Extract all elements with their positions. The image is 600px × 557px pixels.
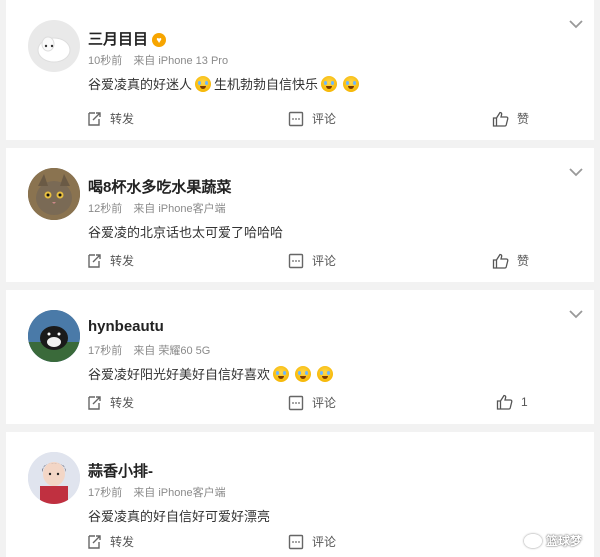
weibo-logo-icon: [523, 533, 542, 548]
comment-meta: 17秒前 来自 iPhone客户端: [88, 484, 234, 500]
like-button[interactable]: 赞: [492, 110, 529, 127]
comment-icon: [288, 534, 304, 549]
device-source: 来自 iPhone客户端: [133, 487, 226, 499]
timestamp: 12秒前: [88, 203, 123, 215]
crying-emoji-icon: [321, 75, 338, 92]
comment-text: 谷爱凌真的好自信好可爱好漂亮: [88, 509, 271, 524]
repost-button[interactable]: 转发: [86, 252, 134, 269]
vip-badge-icon: ♥: [152, 33, 167, 48]
username[interactable]: 蒜香小排-: [88, 460, 153, 481]
avatar[interactable]: [28, 310, 80, 362]
crying-emoji-icon: [195, 75, 212, 92]
timestamp: 17秒前: [88, 487, 123, 499]
crying-emoji-icon: [295, 365, 312, 382]
repost-button[interactable]: 转发: [86, 394, 134, 411]
comment-button[interactable]: 评论: [288, 252, 336, 269]
comment-icon: [288, 253, 304, 268]
thumbs-up-icon: [492, 111, 509, 127]
comment-meta: 12秒前 来自 iPhone客户端: [88, 200, 234, 216]
device-source: 来自 iPhone客户端: [133, 203, 226, 215]
comment-icon: [288, 111, 304, 126]
repost-icon: [88, 253, 101, 268]
comment-card: 蒜香小排- 17秒前 来自 iPhone客户端 谷爱凌真的好自信好可爱好漂亮 转…: [6, 432, 594, 557]
device-source: 来自 荣耀60 5G: [133, 345, 211, 357]
comment-text: 谷爱凌的北京话也太可爱了哈哈哈: [88, 225, 284, 240]
chevron-down-icon[interactable]: [568, 308, 584, 320]
thumbs-up-icon: [496, 394, 513, 410]
like-count: 1: [521, 395, 528, 409]
username[interactable]: 喝8杯水多吃水果蔬菜: [88, 176, 231, 197]
repost-icon: [88, 534, 101, 549]
timestamp: 10秒前: [88, 55, 123, 67]
comment-meta: 17秒前 来自 荣耀60 5G: [88, 342, 218, 358]
action-bar: 转发 评论 赞: [6, 252, 594, 270]
action-bar: 转发 评论: [6, 533, 594, 551]
comment-card: 三月目目 ♥ 10秒前 来自 iPhone 13 Pro 谷爱凌真的好迷人 生机勃…: [6, 0, 594, 140]
chevron-down-icon[interactable]: [568, 18, 584, 30]
timestamp: 17秒前: [88, 345, 123, 357]
crying-emoji-icon: [317, 365, 334, 382]
repost-button[interactable]: 转发: [86, 110, 134, 127]
avatar[interactable]: [28, 168, 80, 220]
action-bar: 转发 评论 1: [6, 394, 594, 412]
action-bar: 转发 评论 赞: [6, 110, 594, 128]
comment-card: hynbeautu 17秒前 来自 荣耀60 5G 谷爱凌好阳光好美好自信好喜欢…: [6, 290, 594, 424]
like-button[interactable]: 赞: [492, 252, 529, 269]
comment-button[interactable]: 评论: [288, 533, 336, 550]
comment-button[interactable]: 评论: [288, 394, 336, 411]
avatar[interactable]: [28, 452, 80, 504]
comment-meta: 10秒前 来自 iPhone 13 Pro: [88, 52, 236, 68]
repost-icon: [88, 395, 101, 410]
repost-icon: [88, 111, 101, 126]
watermark: 篮球梦: [523, 532, 582, 549]
comment-button[interactable]: 评论: [288, 110, 336, 127]
crying-emoji-icon: [343, 75, 360, 92]
chevron-down-icon[interactable]: [568, 166, 584, 178]
username[interactable]: hynbeautu: [88, 318, 164, 335]
avatar[interactable]: [28, 20, 80, 72]
device-source: 来自 iPhone 13 Pro: [133, 55, 229, 67]
comment-card: 喝8杯水多吃水果蔬菜 12秒前 来自 iPhone客户端 谷爱凌的北京话也太可爱…: [6, 148, 594, 282]
comment-text: 谷爱凌真的好迷人 生机勃勃自信快乐: [88, 74, 362, 93]
crying-emoji-icon: [273, 365, 290, 382]
like-button[interactable]: 1: [496, 394, 528, 410]
repost-button[interactable]: 转发: [86, 533, 134, 550]
thumbs-up-icon: [492, 253, 509, 269]
comment-icon: [288, 395, 304, 410]
comment-text: 谷爱凌好阳光好美好自信好喜欢: [88, 364, 336, 383]
username[interactable]: 三月目目 ♥: [88, 28, 167, 49]
